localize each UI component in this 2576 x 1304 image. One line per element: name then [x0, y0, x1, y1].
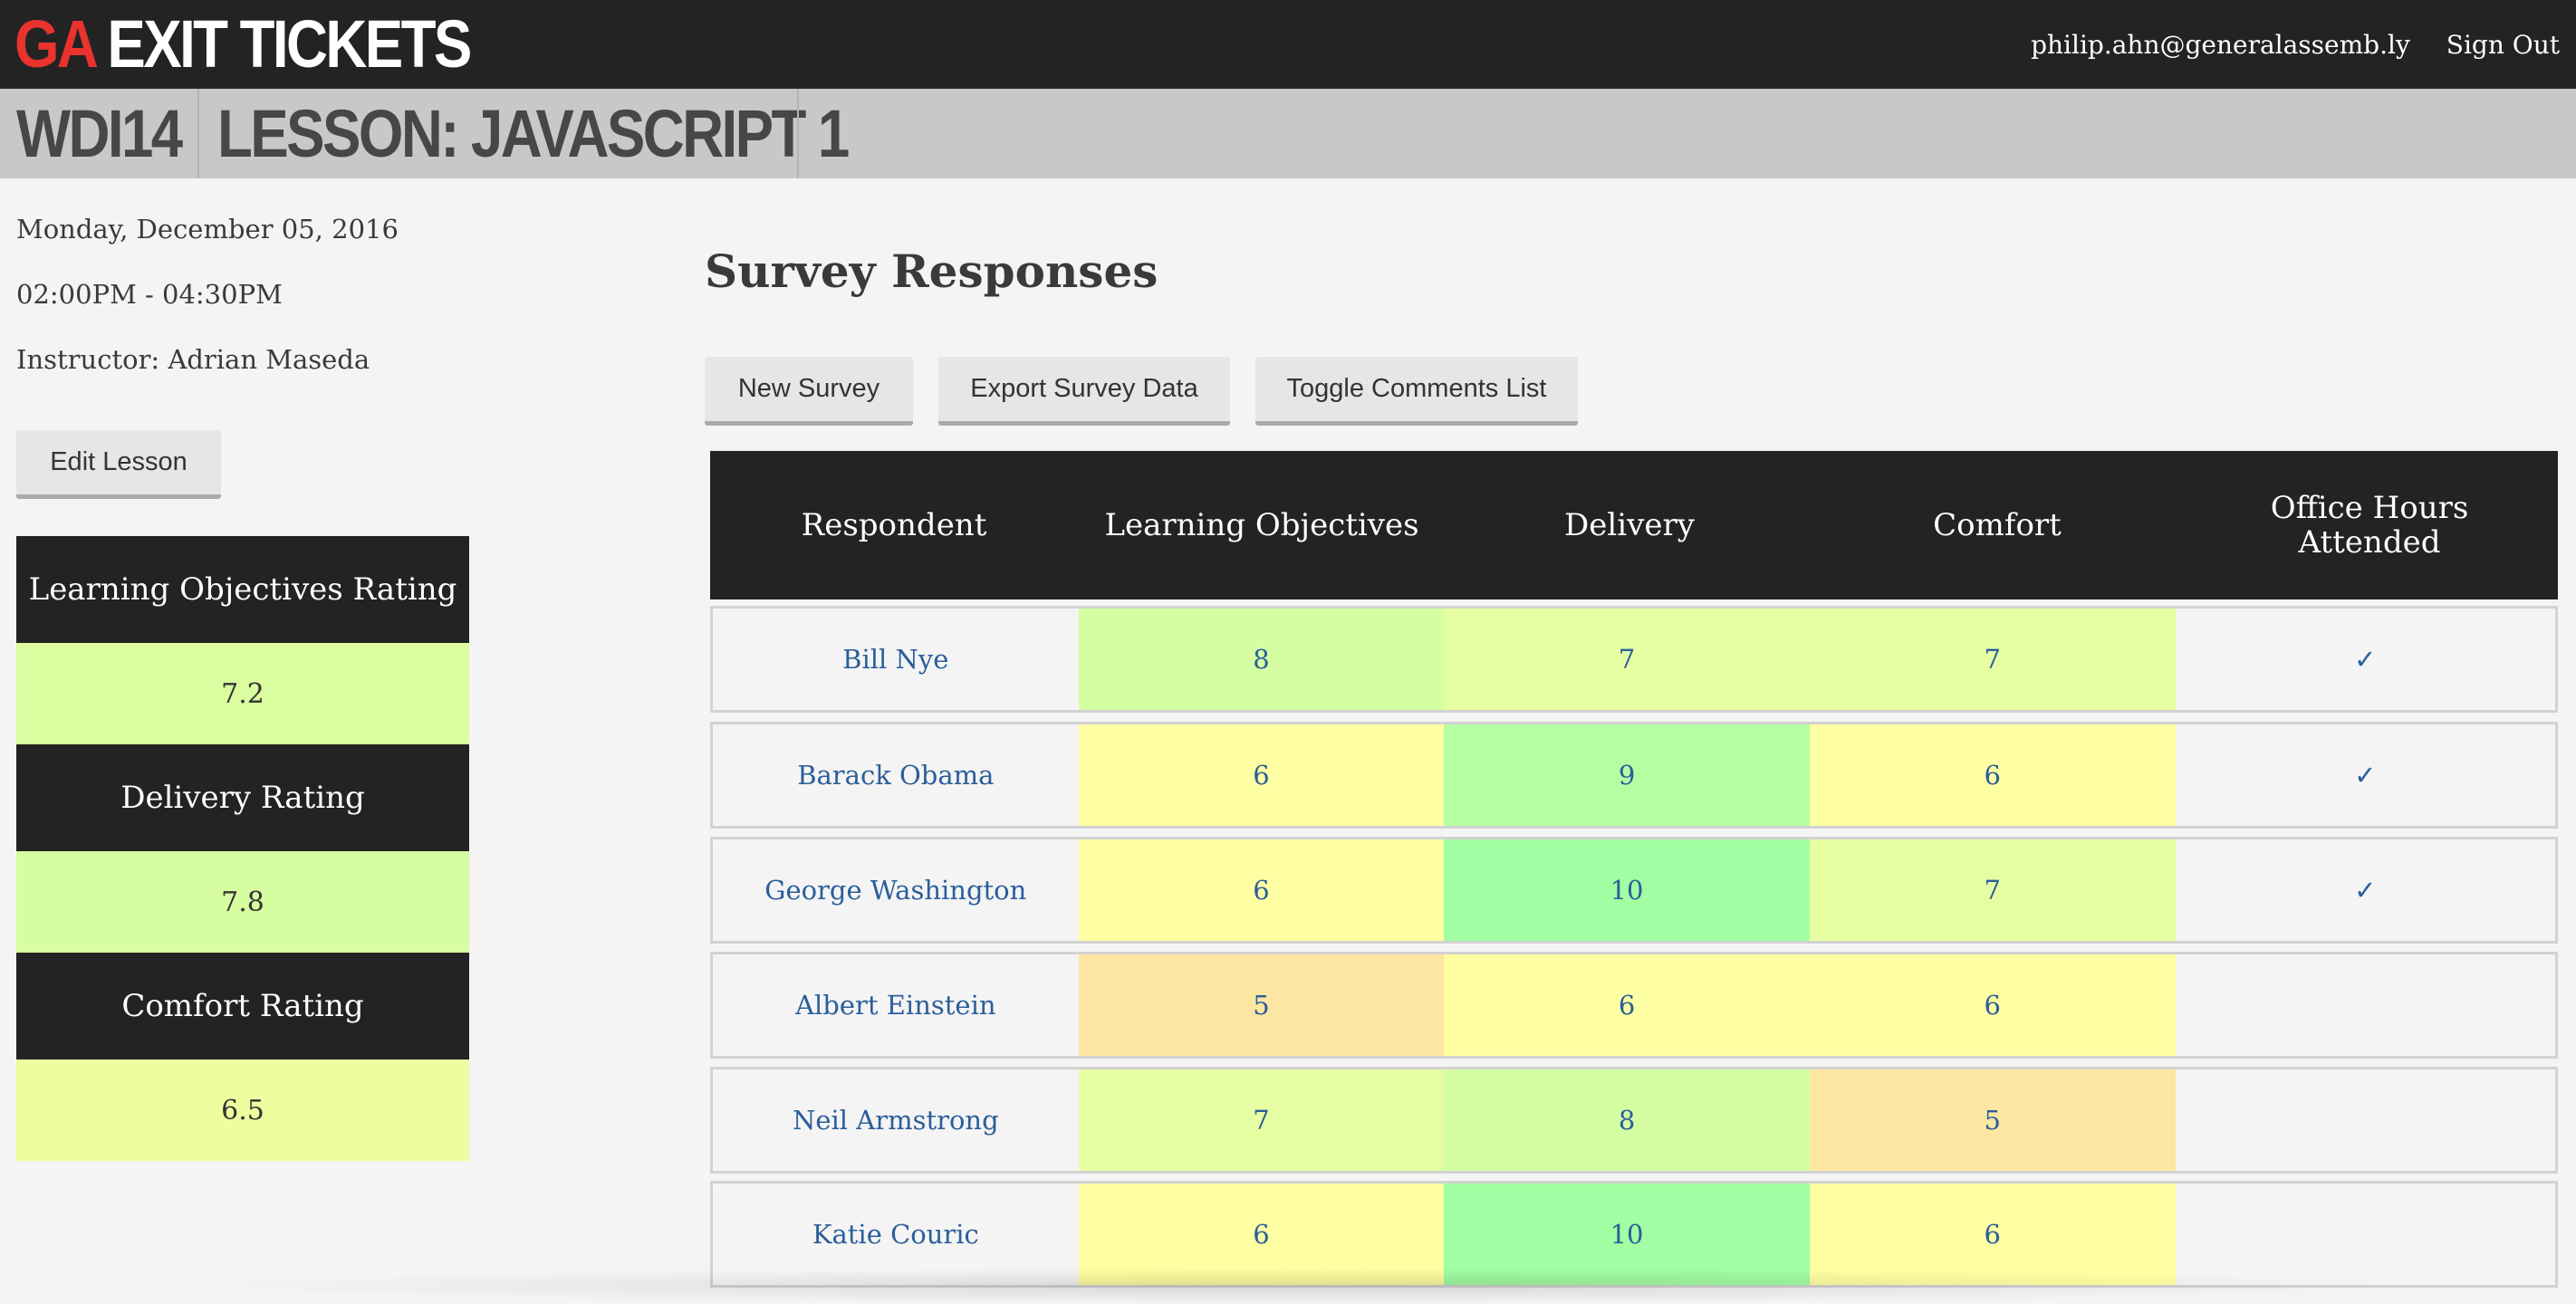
office-hours-check-icon: ✓	[2354, 760, 2377, 791]
edit-lesson-button[interactable]: Edit Lesson	[16, 430, 221, 499]
comfort-score: 7	[1809, 839, 2176, 941]
comfort-score: 7	[1809, 609, 2176, 710]
toggle-comments-list-button[interactable]: Toggle Comments List	[1255, 357, 1578, 426]
new-survey-button[interactable]: New Survey	[705, 357, 913, 426]
lesson-time: 02:00PM - 04:30PM	[16, 279, 283, 310]
objectives-rating-value: 7.2	[16, 643, 469, 744]
survey-table-header: Respondent Learning Objectives Delivery …	[710, 451, 2558, 599]
objectives-score: 7	[1078, 1069, 1445, 1171]
sign-out-link[interactable]: Sign Out	[2446, 30, 2560, 60]
comfort-rating-heading: Comfort Rating	[16, 953, 469, 1060]
office-hours-check-icon: ✓	[2354, 644, 2377, 675]
respondent-name[interactable]: Barack Obama	[713, 724, 1079, 826]
delivery-rating-heading: Delivery Rating	[16, 744, 469, 851]
lesson-date: Monday, December 05, 2016	[16, 214, 399, 244]
office-hours-check-icon: ✓	[2354, 875, 2377, 906]
respondent-name[interactable]: Bill Nye	[713, 609, 1079, 710]
lesson-bar: WDI14 LESSON: JAVASCRIPT 1	[0, 89, 2576, 178]
user-nav: philip.ahn@generalassemb.ly Sign Out	[2031, 0, 2576, 89]
bottom-shadow	[181, 1268, 2446, 1304]
app-logo[interactable]: GA EXIT TICKETS	[14, 4, 472, 85]
lesson-title: LESSON: JAVASCRIPT 1	[217, 96, 850, 171]
comfort-score: 6	[1809, 954, 2176, 1056]
objectives-score: 6	[1078, 839, 1445, 941]
table-row: Albert Einstein 5 6 6	[710, 952, 2558, 1059]
office-hours-cell	[2176, 954, 2556, 1056]
logo-title: EXIT TICKETS	[107, 6, 472, 82]
lesson-divider-end	[797, 89, 799, 178]
objectives-rating-heading: Learning Objectives Rating	[16, 536, 469, 643]
objectives-score: 5	[1078, 954, 1445, 1056]
column-header-respondent: Respondent	[801, 507, 987, 543]
top-bar: GA EXIT TICKETS philip.ahn@generalassemb.…	[0, 0, 2576, 89]
cohort-label: WDI14	[16, 96, 183, 171]
column-header-office-hours: Office Hours Attended	[2270, 490, 2469, 561]
objectives-score: 8	[1078, 609, 1445, 710]
objectives-score: 6	[1078, 724, 1445, 826]
respondent-name[interactable]: Albert Einstein	[713, 954, 1079, 1056]
table-row: George Washington 6 10 7 ✓	[710, 837, 2558, 944]
office-hours-cell	[2176, 1069, 2556, 1171]
delivery-score: 8	[1444, 1069, 1810, 1171]
lesson-instructor: Instructor: Adrian Maseda	[16, 344, 370, 375]
comfort-score: 6	[1809, 724, 2176, 826]
table-row: Neil Armstrong 7 8 5	[710, 1067, 2558, 1174]
lesson-divider	[197, 89, 199, 178]
export-survey-data-button[interactable]: Export Survey Data	[938, 357, 1230, 426]
respondent-name[interactable]: George Washington	[713, 839, 1079, 941]
delivery-score: 7	[1444, 609, 1810, 710]
delivery-score: 9	[1444, 724, 1810, 826]
survey-responses-title: Survey Responses	[705, 244, 1158, 298]
user-email[interactable]: philip.ahn@generalassemb.ly	[2031, 30, 2410, 60]
comfort-rating-value: 6.5	[16, 1060, 469, 1161]
table-row: Barack Obama 6 9 6 ✓	[710, 722, 2558, 829]
column-header-comfort: Comfort	[1933, 507, 2062, 543]
column-header-delivery: Delivery	[1564, 507, 1695, 543]
delivery-score: 10	[1444, 839, 1810, 941]
logo-ga: GA	[14, 6, 99, 82]
table-row: Bill Nye 8 7 7 ✓	[710, 606, 2558, 713]
column-header-learning-objectives: Learning Objectives	[1104, 507, 1419, 543]
delivery-score: 6	[1444, 954, 1810, 1056]
respondent-name[interactable]: Neil Armstrong	[713, 1069, 1079, 1171]
delivery-rating-value: 7.8	[16, 851, 469, 953]
comfort-score: 5	[1809, 1069, 2176, 1171]
